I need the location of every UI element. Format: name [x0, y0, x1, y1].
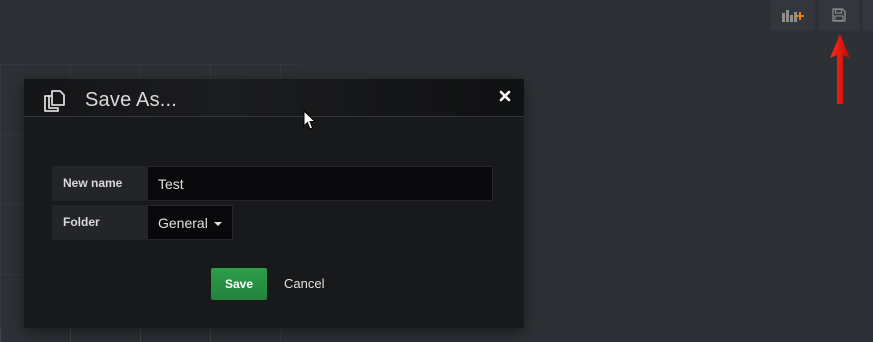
modal-header: Save As...	[24, 79, 524, 117]
bar-chart-plus-icon	[782, 10, 804, 22]
new-name-input[interactable]	[147, 166, 493, 201]
red-up-arrow	[830, 34, 850, 104]
floppy-disk-icon	[832, 8, 846, 22]
new-name-row: New name	[52, 166, 493, 201]
cancel-button[interactable]: Cancel	[274, 268, 334, 300]
toolbar-overflow-button[interactable]	[863, 0, 873, 30]
dashboard-grid-lower	[0, 328, 280, 342]
save-as-modal: Save As... New name Folder General Save …	[24, 79, 524, 328]
new-name-label: New name	[52, 166, 147, 201]
save-dashboard-button[interactable]	[819, 0, 859, 30]
folder-label: Folder	[52, 205, 147, 240]
folder-selected-value: General	[158, 214, 208, 231]
dashboard-toolbar	[767, 0, 873, 30]
copy-icon	[44, 90, 65, 112]
close-icon[interactable]	[498, 89, 512, 103]
add-panel-button[interactable]	[771, 0, 815, 30]
caret-down-icon	[213, 221, 222, 226]
save-button[interactable]: Save	[211, 268, 267, 300]
modal-title: Save As...	[85, 89, 178, 111]
folder-row: Folder General	[52, 205, 233, 240]
mouse-pointer-icon	[303, 110, 317, 130]
folder-select[interactable]: General	[147, 205, 233, 240]
